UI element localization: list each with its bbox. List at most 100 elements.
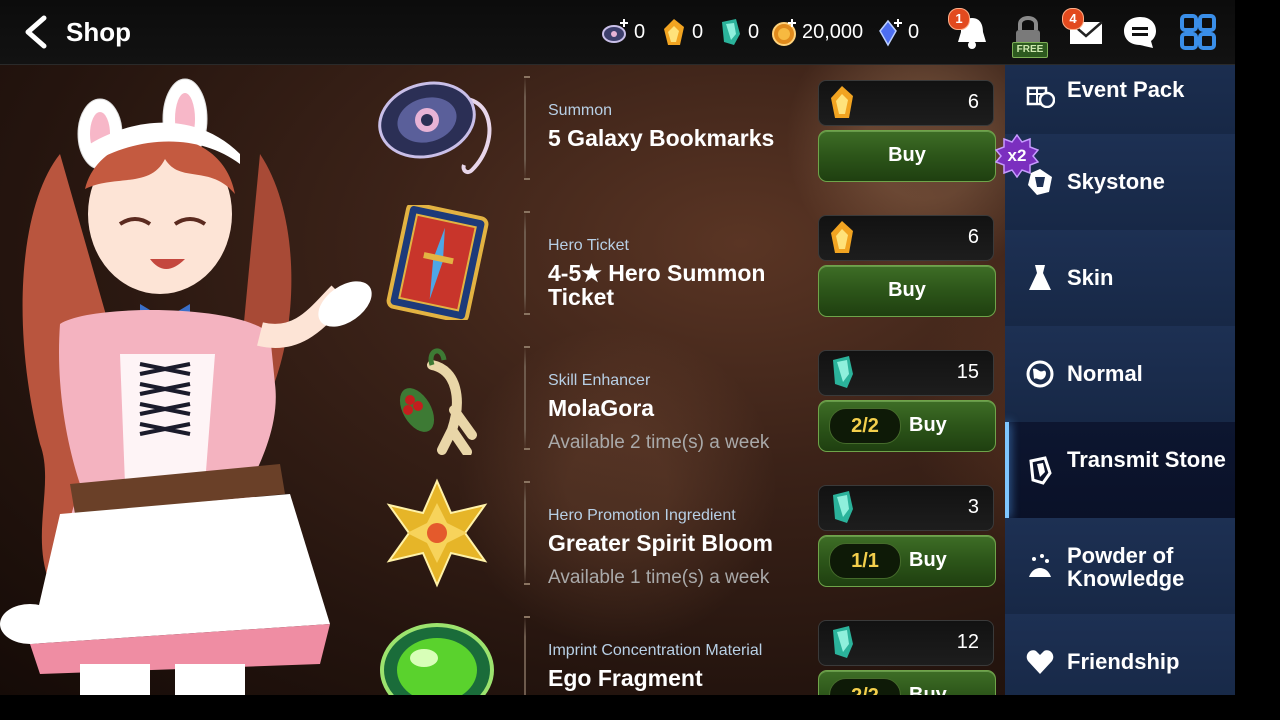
buy-button[interactable]: Buy bbox=[818, 265, 996, 317]
chat-icon bbox=[1124, 17, 1156, 48]
galaxy-bookmark-icon bbox=[378, 81, 492, 175]
shop-item-ego-fragment: Imprint Concentration Material Ego Fragm… bbox=[360, 600, 1000, 695]
bottom-letterbox bbox=[0, 695, 1280, 720]
item-name: MolaGora bbox=[548, 395, 655, 421]
item-divider bbox=[524, 616, 530, 695]
shop-character-illustration bbox=[0, 78, 372, 695]
sidebar-item-skin[interactable]: Skin bbox=[1005, 230, 1235, 327]
flame-currency-icon bbox=[664, 19, 684, 45]
buy-button-label: Buy bbox=[909, 414, 947, 436]
item-category: Imprint Concentration Material bbox=[548, 642, 763, 659]
spirit-bloom-icon bbox=[386, 478, 488, 588]
skystone-bonus-badge: x2 bbox=[994, 133, 1040, 179]
gold-coin-icon bbox=[772, 19, 796, 46]
back-button[interactable] bbox=[18, 14, 54, 50]
item-name: 5 Galaxy Bookmarks bbox=[548, 125, 775, 151]
item-category: Hero Promotion Ingredient bbox=[548, 507, 736, 524]
hero-ticket-book-icon bbox=[386, 205, 489, 320]
item-price: 15 bbox=[818, 350, 994, 396]
transmit-stone-icon bbox=[1029, 456, 1052, 485]
flame-currency-icon bbox=[831, 86, 853, 118]
item-divider bbox=[524, 211, 530, 315]
remaining-purchases-count: 2/2 bbox=[829, 678, 901, 695]
currency-value: 0 bbox=[748, 20, 760, 43]
gift-icon bbox=[1026, 86, 1055, 108]
sidebar-item-event-pack[interactable]: Event Pack bbox=[1005, 64, 1235, 135]
sidebar-item-normal[interactable]: Normal bbox=[1005, 326, 1235, 423]
sidebar-item-label: Friendship bbox=[1067, 649, 1180, 674]
pack-button[interactable]: FREE bbox=[1008, 12, 1048, 58]
crystal-currency[interactable]: 0 bbox=[876, 17, 919, 47]
currency-value: 0 bbox=[634, 20, 646, 43]
bonus-label: x2 bbox=[1007, 146, 1027, 165]
notification-badge: 1 bbox=[948, 8, 970, 30]
item-price-amount: 12 bbox=[956, 631, 979, 653]
flame-currency[interactable]: 0 bbox=[660, 17, 703, 47]
chevron-left-icon bbox=[25, 15, 47, 49]
buy-button-label: Buy bbox=[888, 144, 926, 166]
powder-icon bbox=[1029, 554, 1051, 577]
remaining-purchases-count: 1/1 bbox=[829, 543, 901, 579]
free-label: FREE bbox=[1012, 42, 1048, 58]
buy-button-label: Buy bbox=[909, 684, 947, 695]
transmit-stone-currency[interactable]: 0 bbox=[716, 17, 759, 47]
transmit-stone-currency-icon bbox=[833, 626, 853, 658]
buy-button[interactable]: 1/1 Buy bbox=[818, 535, 996, 587]
item-category: Skill Enhancer bbox=[548, 372, 651, 389]
buy-button[interactable]: 2/2 Buy bbox=[818, 670, 996, 695]
item-price-amount: 6 bbox=[967, 91, 979, 113]
flame-currency-icon bbox=[831, 221, 853, 253]
globe-icon bbox=[1026, 360, 1054, 388]
remaining-purchases-count: 2/2 bbox=[829, 408, 901, 444]
shop-item-molagora: Skill Enhancer MolaGora Available 2 time… bbox=[360, 330, 1000, 465]
item-divider bbox=[524, 76, 530, 180]
item-price-amount: 15 bbox=[956, 361, 979, 383]
sidebar-item-skystone[interactable]: Skystone bbox=[1005, 134, 1235, 231]
molagora-root-icon bbox=[399, 348, 477, 455]
chat-button[interactable] bbox=[1120, 12, 1160, 52]
menu-button[interactable] bbox=[1178, 12, 1218, 52]
page-title: Shop bbox=[66, 17, 131, 47]
buy-button[interactable]: 2/2 Buy bbox=[818, 400, 996, 452]
mail-button[interactable]: 4 bbox=[1062, 8, 1106, 52]
sidebar-item-label: Event Pack bbox=[1067, 77, 1185, 102]
item-price: 6 bbox=[818, 215, 994, 261]
shop-category-sidebar: Event Pack Skystone Skin Normal Transmit… bbox=[1005, 64, 1235, 695]
notification-button[interactable]: 1 bbox=[948, 8, 992, 52]
item-category: Summon bbox=[548, 102, 613, 119]
item-name: 4-5★ Hero Summon Ticket bbox=[548, 260, 766, 310]
transmit-stone-currency-icon bbox=[722, 19, 740, 45]
item-price: 6 bbox=[818, 80, 994, 126]
currency-value: 0 bbox=[692, 20, 704, 43]
item-name: Greater Spirit Bloom bbox=[548, 530, 773, 556]
sidebar-item-label: Skystone bbox=[1067, 169, 1165, 194]
item-price: 3 bbox=[818, 485, 994, 531]
item-purchase-limit: Available 2 time(s) a week bbox=[548, 432, 770, 453]
gold-currency[interactable]: 20,000 bbox=[770, 17, 863, 47]
buy-button[interactable]: Buy bbox=[818, 130, 996, 182]
item-divider bbox=[524, 481, 530, 585]
heart-icon bbox=[1026, 650, 1054, 674]
item-name: Ego Fragment bbox=[548, 665, 703, 691]
sidebar-item-friendship[interactable]: Friendship bbox=[1005, 614, 1235, 695]
item-price-amount: 3 bbox=[967, 496, 979, 518]
item-divider bbox=[524, 346, 530, 450]
transmit-stone-currency-icon bbox=[833, 491, 853, 523]
transmit-stone-currency-icon bbox=[833, 356, 853, 388]
item-price-amount: 6 bbox=[967, 226, 979, 248]
item-purchase-limit: Available 1 time(s) a week bbox=[548, 567, 770, 588]
mail-badge: 4 bbox=[1062, 8, 1084, 30]
sidebar-item-transmit-stone[interactable]: Transmit Stone bbox=[1005, 422, 1235, 519]
dress-icon bbox=[1029, 265, 1051, 290]
grid-menu-icon bbox=[1180, 14, 1216, 50]
sidebar-item-label: Skin bbox=[1067, 265, 1114, 290]
currency-value: 20,000 bbox=[802, 20, 864, 43]
bookmark-currency-icon bbox=[602, 19, 628, 43]
sidebar-item-powder-of-knowledge[interactable]: Powder of Knowledge bbox=[1005, 518, 1235, 615]
crystal-icon bbox=[879, 19, 902, 47]
bookmark-currency[interactable]: 0 bbox=[602, 17, 645, 47]
sidebar-item-label: Powder of Knowledge bbox=[1067, 543, 1185, 591]
sidebar-item-label: Transmit Stone bbox=[1067, 447, 1226, 472]
item-category: Hero Ticket bbox=[548, 237, 629, 254]
item-price: 12 bbox=[818, 620, 994, 666]
